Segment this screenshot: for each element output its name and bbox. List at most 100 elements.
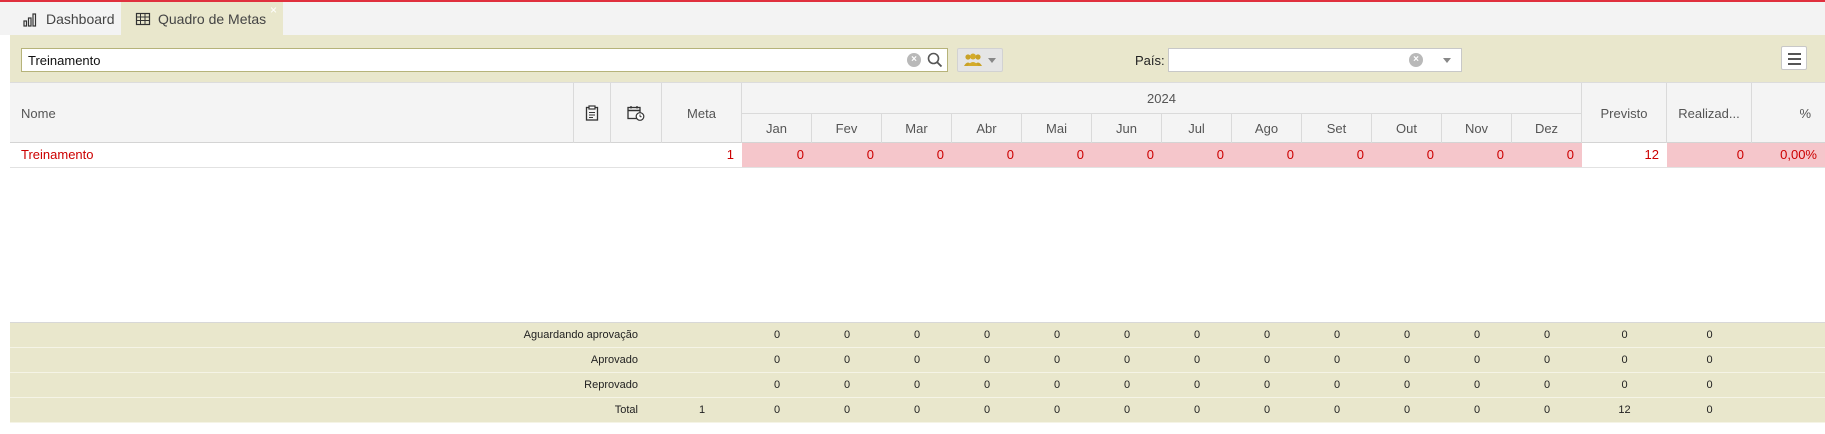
column-header-month[interactable]: Mar (882, 113, 952, 143)
summary-previsto-value: 0 (1621, 379, 1628, 391)
hamburger-icon (1788, 53, 1801, 55)
chevron-down-icon (988, 58, 996, 63)
app-root: Dashboard Quadro de Metas × × (0, 0, 1825, 434)
column-header-month[interactable]: Jan (742, 113, 812, 143)
column-header-month[interactable]: Jul (1162, 113, 1232, 143)
column-header-calendar[interactable] (611, 83, 662, 143)
tab-quadro-de-metas-label: Quadro de Metas (158, 10, 267, 27)
summary-month-value: 0 (983, 354, 991, 366)
close-icon[interactable]: × (270, 3, 277, 17)
summary-month-value: 0 (1473, 404, 1481, 416)
row-month-value: 0 (1162, 143, 1232, 167)
search-icon[interactable] (927, 52, 943, 68)
summary-row: Aguardando aprovação 0 0 0 0 0 0 0 0 0 0 0 0 0 0 (10, 323, 1825, 348)
search-input[interactable] (22, 49, 902, 71)
column-header-previsto[interactable]: Previsto (1582, 83, 1667, 143)
clear-pais-icon[interactable]: × (1409, 53, 1423, 67)
row-month-value: 0 (812, 143, 882, 167)
summary-month-value: 0 (1123, 379, 1131, 391)
tab-dashboard[interactable]: Dashboard (10, 2, 120, 35)
summary-month-value: 0 (1403, 329, 1411, 341)
summary-month-value: 0 (843, 354, 851, 366)
summary-month-value: 0 (843, 329, 851, 341)
summary-month-value: 0 (1053, 354, 1061, 366)
summary-meta-value (662, 323, 742, 347)
clear-search-icon[interactable]: × (907, 53, 921, 67)
summary-month-value: 0 (1263, 404, 1271, 416)
summary-label: Aprovado (590, 354, 638, 366)
people-group-icon (964, 53, 982, 66)
row-month-value: 0 (1232, 143, 1302, 167)
summary-month-value: 0 (1403, 354, 1411, 366)
column-header-percent[interactable]: % (1752, 83, 1825, 143)
summary-previsto-value: 0 (1621, 329, 1628, 341)
summary-label: Aguardando aprovação (523, 329, 638, 341)
row-month-value: 0 (882, 143, 952, 167)
summary-month-value: 0 (843, 404, 851, 416)
summary-month-value: 0 (1053, 329, 1061, 341)
column-header-month[interactable]: Jun (1092, 113, 1162, 143)
table-row[interactable]: Treinamento 1 0 0 0 0 0 0 0 0 0 0 0 0 12 0 0,00% (10, 143, 1825, 168)
summary-month-value: 0 (1263, 379, 1271, 391)
summary-month-value: 0 (913, 404, 921, 416)
summary-month-value: 0 (1543, 404, 1551, 416)
summary-label: Reprovado (584, 379, 638, 391)
summary-realizado-value: 0 (1706, 404, 1713, 416)
summary-month-value: 0 (773, 329, 781, 341)
summary-label: Total (614, 404, 638, 416)
summary-month-value: 0 (1123, 329, 1131, 341)
menu-button[interactable] (1781, 46, 1807, 70)
summary-month-value: 0 (1543, 379, 1551, 391)
summary-month-value: 0 (1403, 404, 1411, 416)
column-header-month[interactable]: Set (1302, 113, 1372, 143)
summary-row: Total 1 0 0 0 0 0 0 0 0 0 0 0 0 12 0 (10, 398, 1825, 423)
table-grid-icon (135, 12, 151, 25)
summary-row: Aprovado 0 0 0 0 0 0 0 0 0 0 0 0 0 0 (10, 348, 1825, 373)
summary-meta-value (662, 373, 742, 397)
column-header-nome[interactable]: Nome (10, 83, 574, 143)
summary-month-value: 0 (773, 354, 781, 366)
summary-month-value: 0 (913, 379, 921, 391)
summary-previsto-value: 0 (1621, 354, 1628, 366)
summary-month-value: 0 (913, 354, 921, 366)
column-header-meta[interactable]: Meta (662, 83, 742, 143)
clipboard-icon (585, 105, 599, 121)
summary-month-value: 0 (1403, 379, 1411, 391)
column-header-month[interactable]: Fev (812, 113, 882, 143)
summary-month-value: 0 (1333, 329, 1341, 341)
summary-month-value: 0 (1263, 354, 1271, 366)
tab-quadro-de-metas[interactable]: Quadro de Metas × (121, 2, 283, 35)
summary-realizado-value: 0 (1706, 379, 1713, 391)
summary-month-value: 0 (983, 379, 991, 391)
row-name-link[interactable]: Treinamento (10, 143, 573, 167)
column-header-realizado[interactable]: Realizad... (1667, 83, 1752, 143)
row-meta-value: 1 (726, 147, 734, 162)
summary-rows: Aguardando aprovação 0 0 0 0 0 0 0 0 0 0 0 0 0 0 Aprova… (10, 323, 1825, 423)
search-box: × (21, 48, 948, 72)
summary-month-value: 0 (1333, 404, 1341, 416)
summary-month-value: 0 (983, 329, 991, 341)
summary-month-value: 0 (983, 404, 991, 416)
column-header-clipboard[interactable] (574, 83, 611, 143)
row-month-value: 0 (1372, 143, 1442, 167)
column-header-month[interactable]: Nov (1442, 113, 1512, 143)
column-header-month[interactable]: Abr (952, 113, 1022, 143)
people-filter-button[interactable] (957, 48, 1003, 72)
tab-dashboard-label: Dashboard (46, 10, 115, 27)
summary-month-value: 0 (1193, 379, 1201, 391)
column-header-month[interactable]: Dez (1512, 113, 1582, 143)
summary-month-value: 0 (1053, 379, 1061, 391)
pais-select[interactable]: × (1168, 48, 1462, 72)
column-header-month[interactable]: Out (1372, 113, 1442, 143)
grid-empty-area (10, 168, 1825, 323)
summary-month-value: 0 (1193, 354, 1201, 366)
row-month-value: 0 (1302, 143, 1372, 167)
filter-toolbar: × País: × (10, 35, 1825, 82)
column-header-month[interactable]: Ago (1232, 113, 1302, 143)
summary-month-value: 0 (773, 379, 781, 391)
column-header-month[interactable]: Mai (1022, 113, 1092, 143)
summary-month-value: 0 (773, 404, 781, 416)
row-month-value: 0 (1022, 143, 1092, 167)
summary-month-value: 0 (1053, 404, 1061, 416)
row-month-value: 0 (952, 143, 1022, 167)
